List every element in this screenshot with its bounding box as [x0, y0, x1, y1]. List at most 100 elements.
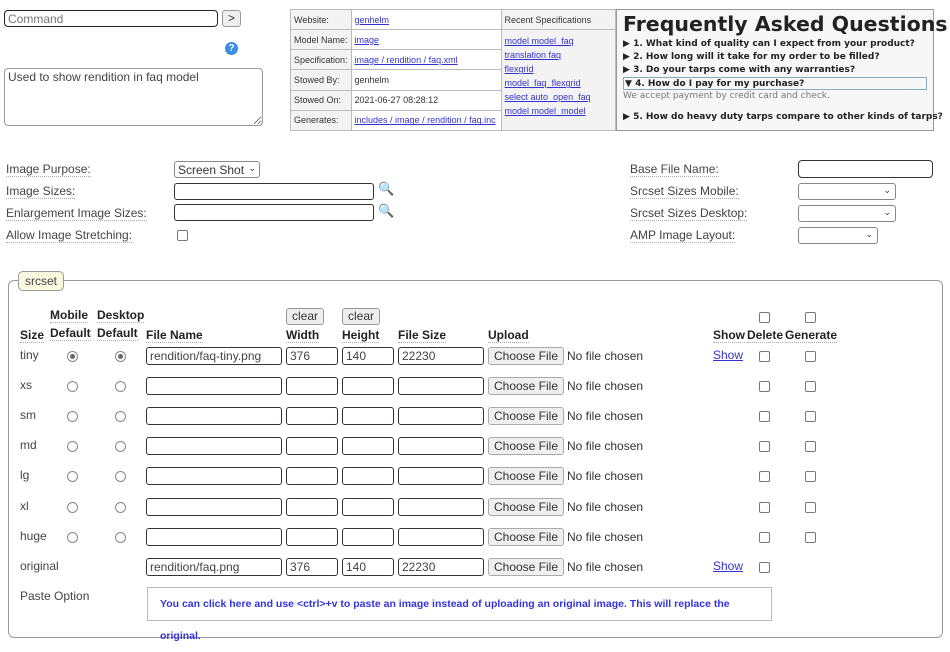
width-input[interactable] [286, 437, 338, 456]
height-input[interactable] [342, 407, 394, 426]
image-sizes-input[interactable] [174, 183, 374, 200]
file-name-input[interactable]: rendition/faq.png [146, 557, 282, 576]
width-input[interactable] [286, 557, 338, 576]
choose-file-button[interactable]: Choose File [488, 497, 564, 516]
width-input[interactable] [286, 377, 338, 396]
delete-checkbox[interactable] [759, 531, 770, 543]
generate-checkbox[interactable] [805, 501, 816, 513]
file-size-input[interactable] [398, 437, 484, 456]
delete-checkbox[interactable] [759, 441, 770, 453]
generate-checkbox[interactable] [805, 471, 816, 483]
description-textarea[interactable]: Used to show rendition in faq model [4, 68, 263, 126]
height-input[interactable] [342, 467, 394, 486]
srcset-mobile-select[interactable]: ⌄ [798, 183, 896, 200]
generate-checkbox[interactable] [805, 351, 816, 362]
faq-question[interactable]: ▶ 3. Do your tarps come with any warrant… [623, 64, 927, 77]
file-size-input[interactable] [398, 497, 484, 516]
command-input[interactable] [4, 10, 218, 27]
recent-spec-link[interactable]: select auto_open_faq [505, 90, 612, 104]
faq-question[interactable]: ▶ 2. How long will it take for my order … [623, 51, 927, 64]
height-input[interactable] [342, 497, 394, 516]
command-go-button[interactable]: > [222, 10, 241, 27]
stretching-checkbox[interactable] [177, 230, 188, 241]
width-input[interactable] [286, 497, 338, 516]
choose-file-button[interactable]: Choose File [488, 407, 564, 426]
image-purpose-select[interactable]: Screen Shot ⌄ [174, 161, 260, 178]
info-label: Stowed On: [290, 89, 352, 111]
generate-checkbox[interactable] [805, 381, 816, 393]
delete-checkbox[interactable] [759, 381, 770, 393]
show-link[interactable]: Show [713, 559, 743, 573]
file-size-input[interactable] [398, 407, 484, 426]
generate-checkbox[interactable] [805, 441, 816, 453]
choose-file-button[interactable]: Choose File [488, 467, 564, 486]
delete-all-checkbox[interactable] [759, 312, 770, 323]
file-name-input[interactable] [146, 437, 282, 456]
recent-spec-link[interactable]: model model_faq [505, 34, 612, 48]
paste-area[interactable]: You can click here and use <ctrl>+v to p… [147, 587, 772, 642]
search-icon[interactable]: 🔍 [378, 203, 394, 219]
desktop-default-radio[interactable] [115, 501, 126, 513]
width-input[interactable] [286, 527, 338, 546]
file-name-input[interactable] [146, 377, 282, 396]
file-name-input[interactable] [146, 467, 282, 486]
delete-checkbox[interactable] [759, 411, 770, 423]
generate-all-checkbox[interactable] [805, 312, 816, 323]
recent-spec-link[interactable]: translation faq [505, 48, 612, 62]
clear-width-button[interactable]: clear [286, 308, 324, 325]
show-link[interactable]: Show [713, 348, 743, 362]
amp-layout-select[interactable]: ⌄ [798, 227, 878, 244]
file-size-input[interactable] [398, 527, 484, 546]
height-input[interactable] [342, 527, 394, 546]
mobile-default-radio[interactable] [67, 501, 78, 513]
height-input[interactable] [342, 377, 394, 396]
generate-checkbox[interactable] [805, 531, 816, 543]
info-link[interactable]: includes / image / rendition / faq.inc [355, 115, 496, 125]
recent-spec-link[interactable]: model model_model [505, 104, 612, 118]
choose-file-button[interactable]: Choose File [488, 347, 564, 365]
height-input[interactable] [342, 437, 394, 456]
info-link[interactable]: image / rendition / faq.xml [355, 55, 458, 65]
mobile-default-radio[interactable] [67, 531, 78, 543]
srcset-desktop-select[interactable]: ⌄ [798, 205, 896, 222]
delete-checkbox[interactable] [759, 471, 770, 483]
file-size-input[interactable] [398, 557, 484, 576]
width-input[interactable] [286, 407, 338, 426]
choose-file-button[interactable]: Choose File [488, 527, 564, 546]
faq-question[interactable]: ▶ 5. How do heavy duty tarps compare to … [623, 111, 943, 124]
delete-checkbox[interactable] [759, 501, 770, 513]
file-name-input[interactable] [146, 407, 282, 426]
choose-file-button[interactable]: Choose File [488, 437, 564, 456]
faq-question[interactable]: ▼ 4. How do I pay for my purchase? [623, 77, 927, 90]
file-name-input[interactable]: rendition/faq-tiny.png [146, 347, 282, 365]
file-name-input[interactable] [146, 527, 282, 546]
clear-height-button[interactable]: clear [342, 308, 380, 325]
info-label: Specification: [290, 49, 352, 71]
help-icon[interactable]: ? [225, 42, 238, 55]
info-link[interactable]: genhelm [355, 15, 390, 25]
choose-file-button[interactable]: Choose File [488, 557, 564, 576]
delete-checkbox[interactable] [759, 351, 770, 362]
delete-checkbox[interactable] [759, 561, 770, 573]
generate-checkbox[interactable] [805, 411, 816, 423]
desktop-default-radio[interactable] [115, 351, 126, 362]
recent-spec-link[interactable]: flexgrid model_faq_flexgrid [505, 62, 612, 90]
desktop-default-radio[interactable] [115, 531, 126, 543]
file-size-input[interactable] [398, 467, 484, 486]
height-input[interactable] [342, 557, 394, 576]
upload-header: Upload [488, 328, 529, 343]
height-input[interactable] [342, 347, 394, 365]
file-size-input[interactable] [398, 377, 484, 396]
info-link[interactable]: image [355, 35, 380, 45]
width-input[interactable] [286, 467, 338, 486]
file-name-input[interactable] [146, 497, 282, 516]
file-size-input[interactable] [398, 347, 484, 365]
enlargement-sizes-input[interactable] [174, 204, 374, 221]
base-file-name-input[interactable] [798, 160, 933, 178]
enlargement-sizes-label: Enlargement Image Sizes: [6, 206, 147, 221]
choose-file-button[interactable]: Choose File [488, 377, 564, 396]
mobile-default-radio[interactable] [67, 351, 78, 362]
width-input[interactable] [286, 347, 338, 365]
search-icon[interactable]: 🔍 [378, 181, 394, 197]
faq-question[interactable]: ▶ 1. What kind of quality can I expect f… [623, 38, 927, 51]
